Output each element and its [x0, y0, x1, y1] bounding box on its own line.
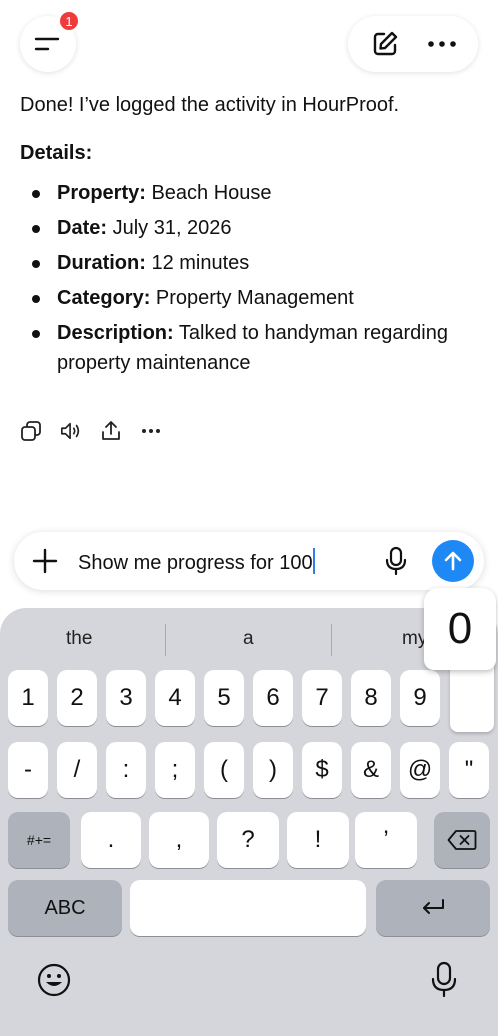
new-chat-button[interactable] — [363, 22, 407, 66]
key-period[interactable]: . — [81, 812, 141, 868]
key-9[interactable]: 9 — [400, 670, 440, 726]
dictation-button[interactable] — [384, 546, 408, 576]
key-dollar[interactable]: $ — [302, 742, 342, 798]
key-exclamation[interactable]: ! — [287, 812, 349, 868]
message-more-button[interactable] — [140, 418, 162, 444]
message-input[interactable]: Show me progress for 100 — [78, 548, 315, 576]
detail-value: 12 minutes — [145, 252, 250, 274]
more-icon — [142, 429, 160, 433]
key-question[interactable]: ? — [217, 812, 279, 868]
key-open-paren[interactable]: ( — [204, 742, 244, 798]
share-icon — [102, 421, 120, 440]
detail-label: Duration: — [57, 252, 146, 274]
key-1[interactable]: 1 — [8, 670, 48, 726]
list-item: Description: Talked to handyman regardin… — [20, 318, 478, 378]
detail-label: Property: — [57, 182, 146, 204]
copy-icon — [21, 421, 41, 441]
detail-value: Property Management — [150, 287, 354, 309]
suggestion-divider — [331, 624, 332, 656]
suggestion-divider — [165, 624, 166, 656]
suggestion-item[interactable]: the — [66, 628, 92, 650]
send-button[interactable] — [432, 540, 474, 582]
more-options-button[interactable] — [420, 22, 464, 66]
emoji-button[interactable] — [34, 960, 74, 1000]
symbols-key[interactable]: #+= — [8, 812, 70, 868]
delete-key[interactable] — [434, 812, 490, 868]
detail-label: Category: — [57, 287, 151, 309]
list-item: Category: Property Management — [20, 283, 478, 313]
menu-icon — [34, 37, 60, 51]
plus-icon — [32, 548, 58, 574]
key-4[interactable]: 4 — [155, 670, 195, 726]
detail-label: Date: — [57, 217, 108, 239]
top-actions-pill — [348, 16, 478, 72]
list-item: Date: July 31, 2026 — [20, 213, 478, 243]
key-at[interactable]: @ — [400, 742, 440, 798]
key-close-paren[interactable]: ) — [253, 742, 293, 798]
assistant-message: Done! I’ve logged the activity in HourPr… — [20, 90, 478, 383]
notification-badge: 1 — [58, 10, 80, 32]
key-comma[interactable]: , — [149, 812, 209, 868]
message-intro: Done! I’ve logged the activity in HourPr… — [20, 94, 400, 116]
list-item: Property: Beach House — [20, 178, 478, 208]
key-7[interactable]: 7 — [302, 670, 342, 726]
key-popup-stem — [450, 662, 494, 732]
key-quote[interactable]: " — [449, 742, 489, 798]
detail-value: Beach House — [145, 182, 272, 204]
details-list: Property: Beach House Date: July 31, 202… — [20, 178, 478, 378]
detail-label: Description: — [57, 322, 174, 344]
compose-icon — [373, 31, 397, 56]
key-3[interactable]: 3 — [106, 670, 146, 726]
message-composer: Show me progress for 100 — [14, 532, 484, 590]
keyboard-dictation-button[interactable] — [424, 960, 464, 1000]
key-colon[interactable]: : — [106, 742, 146, 798]
detail-value: July 31, 2026 — [107, 217, 232, 239]
backspace-icon — [447, 830, 477, 850]
details-title: Details: — [20, 142, 93, 164]
speaker-icon — [61, 422, 80, 440]
microphone-icon — [385, 546, 407, 576]
message-input-text: Show me progress for 100 — [78, 552, 313, 574]
key-popup: 0 — [424, 588, 496, 670]
key-hyphen[interactable]: - — [8, 742, 48, 798]
copy-button[interactable] — [20, 418, 42, 444]
menu-button[interactable]: 1 — [20, 10, 80, 72]
abc-key[interactable]: ABC — [8, 880, 122, 936]
more-icon — [427, 41, 456, 47]
key-ampersand[interactable]: & — [351, 742, 391, 798]
emoji-icon — [37, 963, 71, 997]
key-6[interactable]: 6 — [253, 670, 293, 726]
text-caret — [312, 548, 315, 574]
key-8[interactable]: 8 — [351, 670, 391, 726]
read-aloud-button[interactable] — [60, 418, 82, 444]
top-bar: 1 — [20, 10, 478, 72]
suggestion-item[interactable]: a — [243, 628, 254, 650]
space-key[interactable] — [130, 880, 366, 936]
arrow-up-icon — [444, 551, 462, 571]
key-slash[interactable]: / — [57, 742, 97, 798]
return-icon — [423, 899, 444, 914]
message-actions — [20, 418, 162, 444]
key-5[interactable]: 5 — [204, 670, 244, 726]
return-key[interactable] — [376, 880, 490, 936]
list-item: Duration: 12 minutes — [20, 248, 478, 278]
key-semicolon[interactable]: ; — [155, 742, 195, 798]
microphone-icon — [431, 961, 457, 998]
key-apostrophe[interactable]: ’ — [355, 812, 417, 868]
share-button[interactable] — [100, 418, 122, 444]
attach-button[interactable] — [30, 546, 60, 576]
key-2[interactable]: 2 — [57, 670, 97, 726]
